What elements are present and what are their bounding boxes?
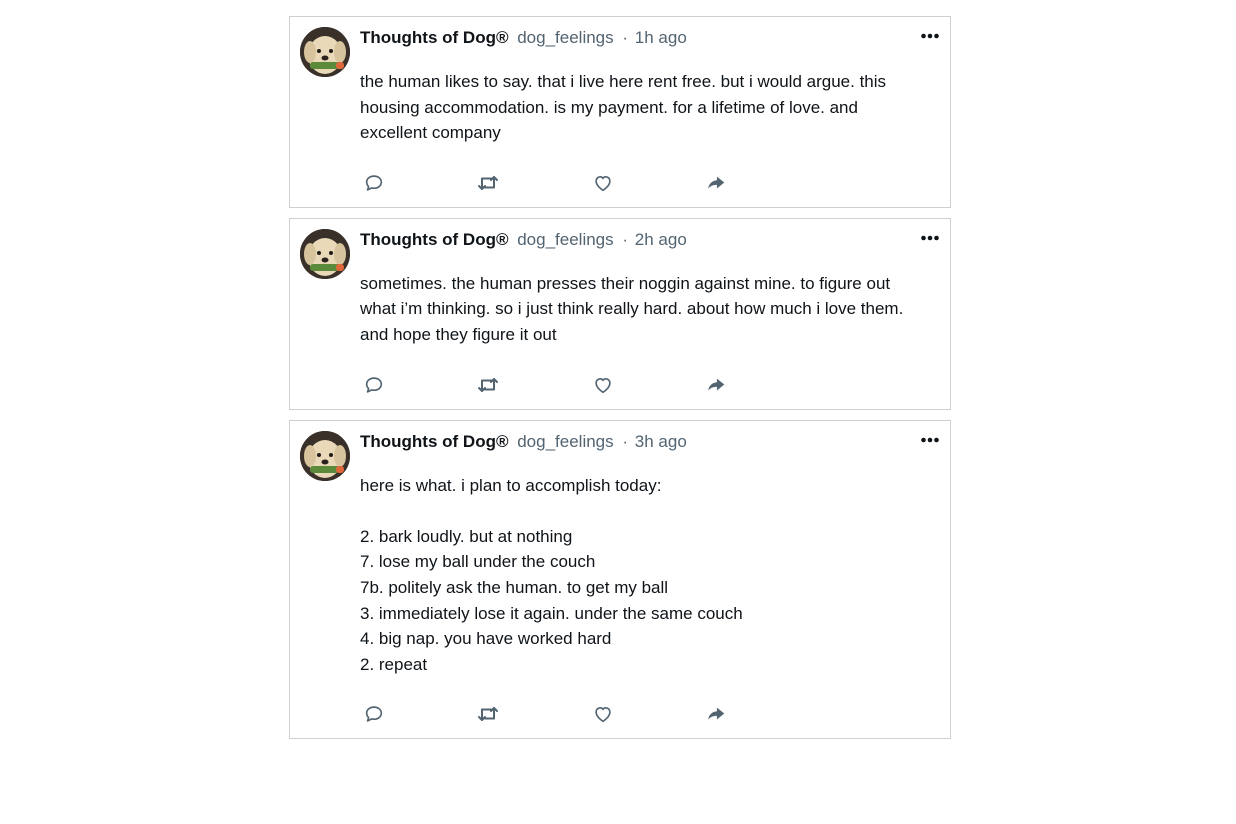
separator: ·	[622, 229, 629, 249]
timestamp[interactable]: 2h ago	[635, 230, 687, 249]
author-handle[interactable]: dog_feelings	[517, 28, 613, 47]
heart-icon[interactable]	[589, 169, 617, 197]
share-icon[interactable]	[702, 700, 730, 728]
tweet-card[interactable]: Thoughts of Dog® dog_feelings · 2h ago s…	[289, 217, 951, 410]
tweet-card[interactable]: Thoughts of Dog® dog_feelings · 1h ago t…	[289, 16, 951, 208]
author-handle[interactable]: dog_feelings	[517, 432, 613, 451]
timestamp[interactable]: 3h ago	[635, 432, 687, 451]
reply-icon[interactable]	[360, 169, 388, 197]
dog-avatar-icon[interactable]	[300, 27, 350, 77]
author-name[interactable]: Thoughts of Dog®	[360, 28, 508, 47]
dog-avatar-icon[interactable]	[300, 228, 350, 279]
tweet-card[interactable]: Thoughts of Dog® dog_feelings · 3h ago h…	[289, 419, 951, 740]
tweet-header: Thoughts of Dog® dog_feelings · 2h ago	[360, 229, 687, 251]
separator: ·	[622, 28, 629, 47]
tweet-header: Thoughts of Dog® dog_feelings · 3h ago	[360, 431, 687, 453]
retweet-icon[interactable]	[474, 169, 502, 197]
tweet-text: here is what. i plan to accomplish today…	[360, 475, 743, 674]
retweet-icon[interactable]	[474, 700, 502, 728]
reply-icon[interactable]	[360, 371, 388, 399]
separator: ·	[622, 431, 629, 451]
dog-avatar-icon[interactable]	[300, 430, 350, 481]
share-icon[interactable]	[702, 169, 730, 197]
retweet-icon[interactable]	[474, 371, 502, 399]
tweet-actions	[360, 700, 950, 728]
more-horizontal-icon[interactable]	[920, 431, 940, 449]
reply-icon[interactable]	[360, 700, 388, 728]
more-horizontal-icon[interactable]	[920, 229, 940, 247]
heart-icon[interactable]	[589, 371, 617, 399]
more-horizontal-icon[interactable]	[920, 27, 940, 45]
tweet-feed: Thoughts of Dog® dog_feelings · 1h ago t…	[289, 16, 951, 749]
tweet-actions	[360, 169, 950, 197]
heart-icon[interactable]	[589, 700, 617, 728]
share-icon[interactable]	[702, 371, 730, 399]
tweet-actions	[360, 371, 950, 399]
author-name[interactable]: Thoughts of Dog®	[360, 230, 508, 249]
author-name[interactable]: Thoughts of Dog®	[360, 432, 508, 451]
author-handle[interactable]: dog_feelings	[517, 230, 613, 249]
tweet-header: Thoughts of Dog® dog_feelings · 1h ago	[360, 27, 687, 49]
timestamp[interactable]: 1h ago	[635, 28, 687, 47]
